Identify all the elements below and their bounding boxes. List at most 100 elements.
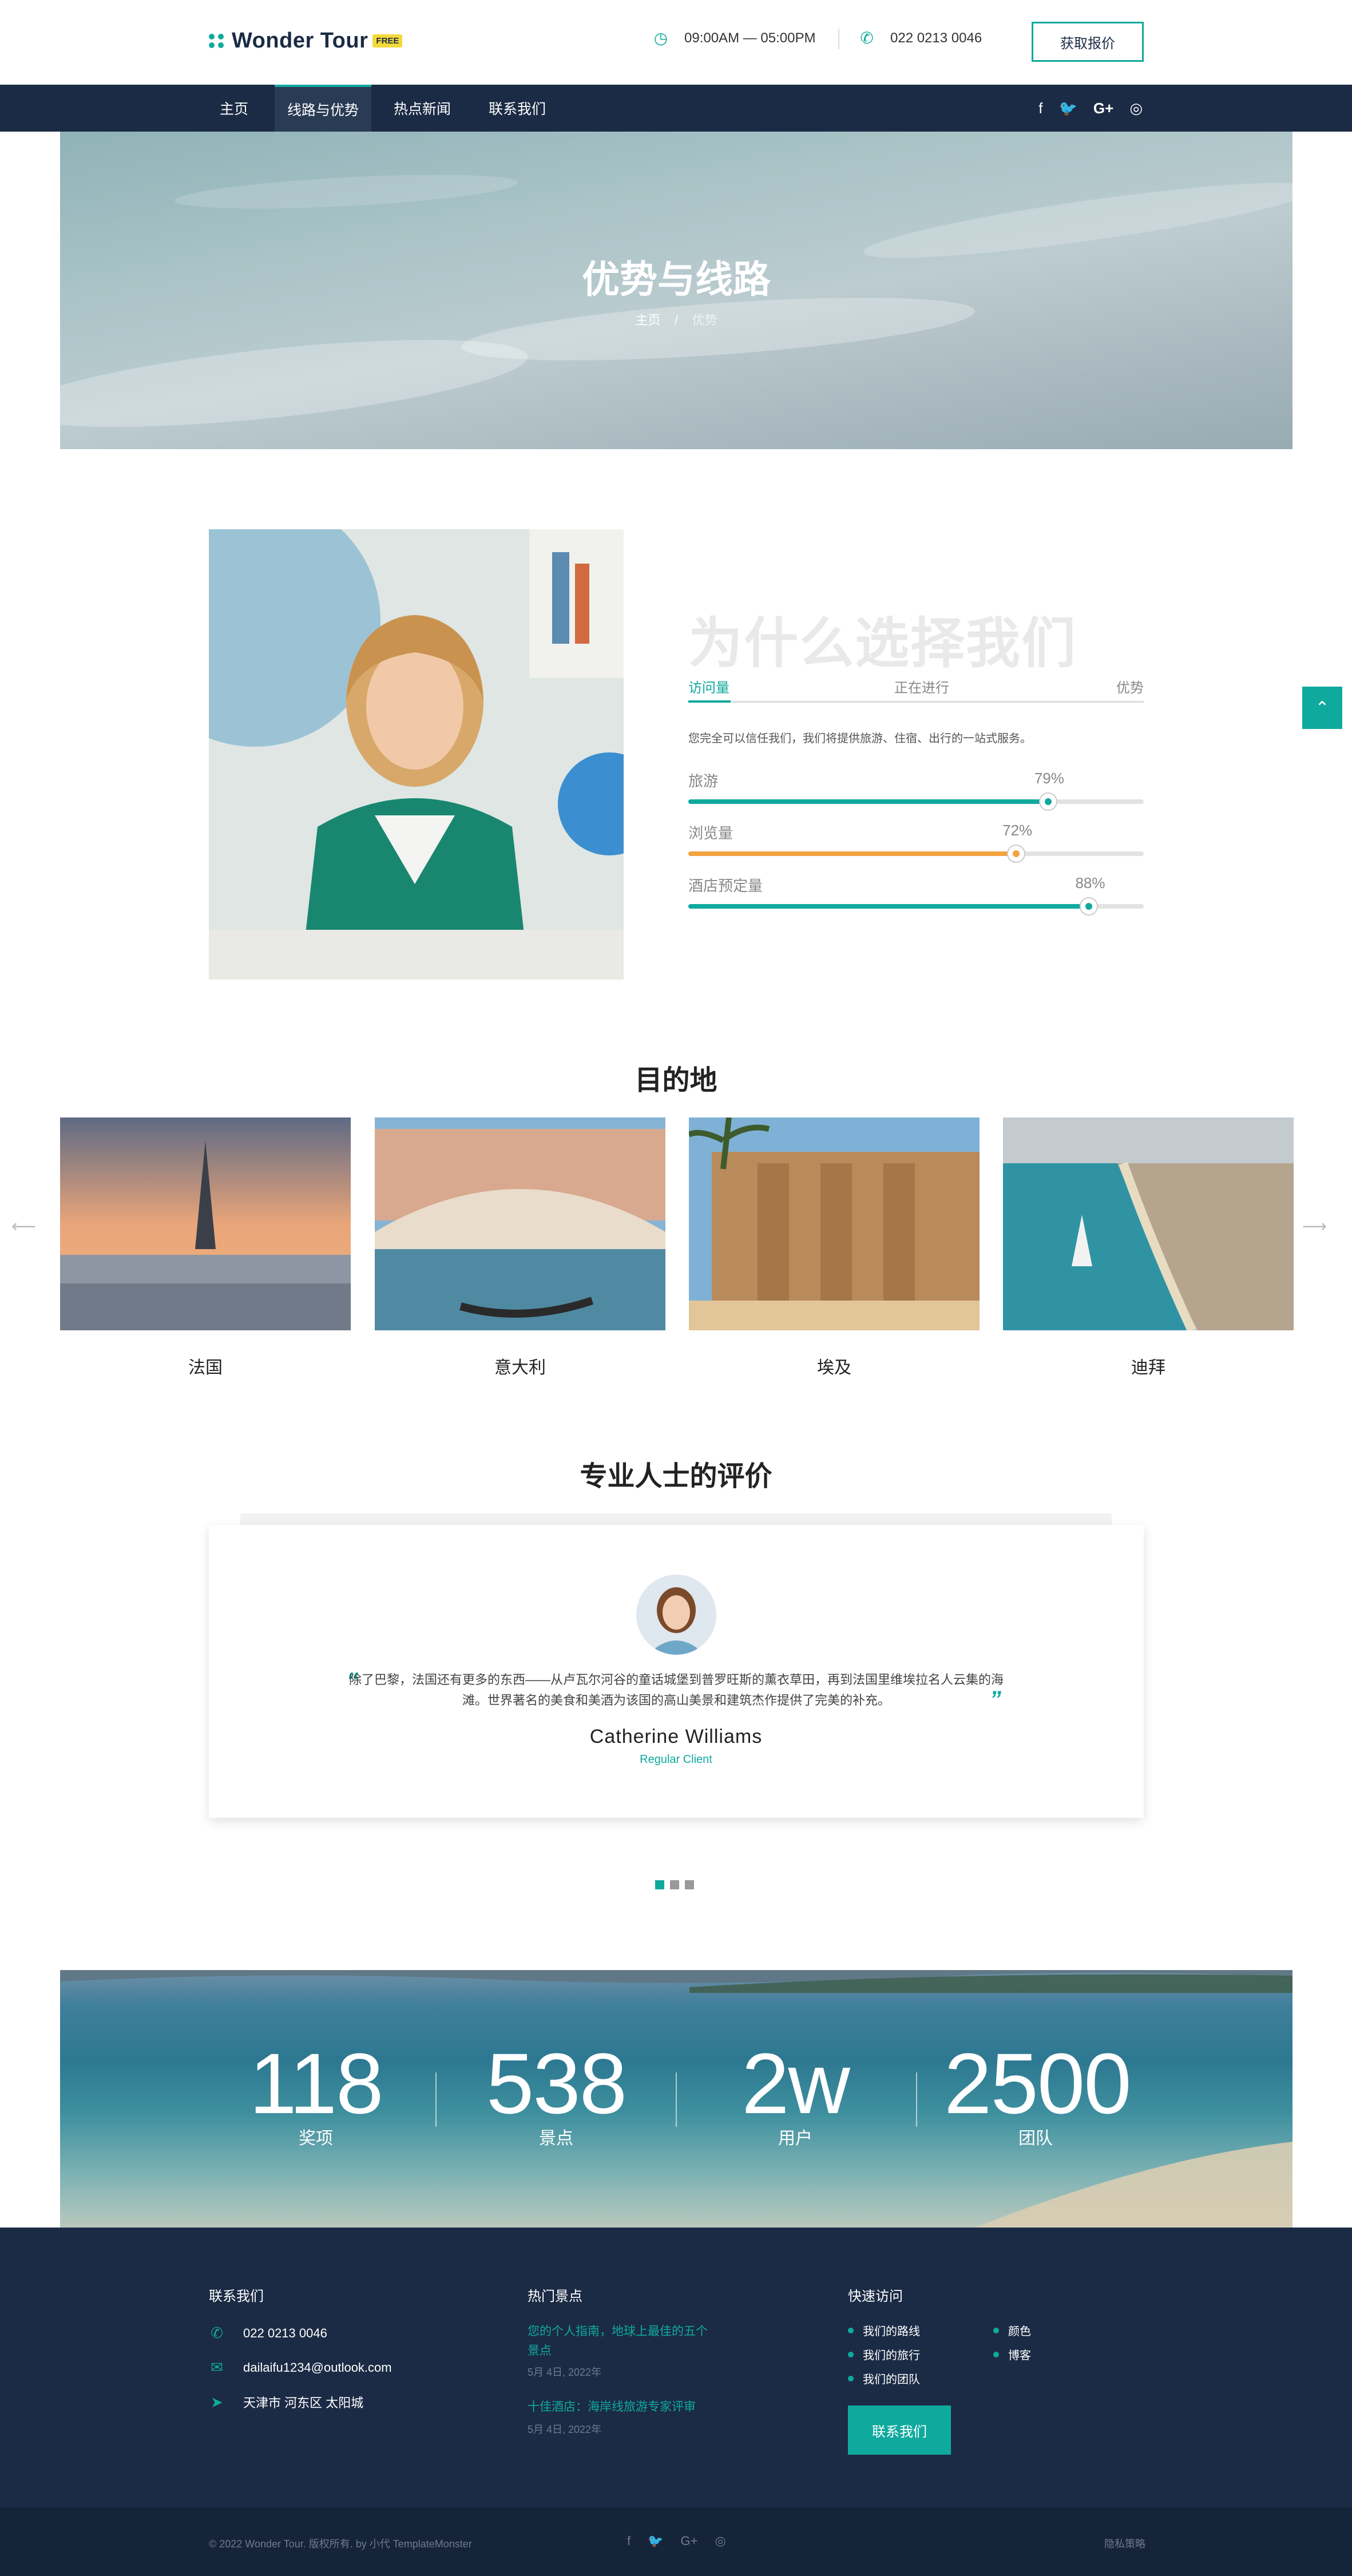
footer-socials: f 🐦 G+ ◎: [627, 2534, 726, 2549]
footer-link-trips[interactable]: 我们的旅行: [848, 2346, 920, 2363]
top-header: Wonder Tour FREE ◷ 09:00AM — 05:00PM ✆ 0…: [0, 0, 1352, 85]
counter-sights-label: 景点: [539, 2129, 573, 2148]
progress-label: 浏览量: [688, 825, 734, 842]
twitter-icon[interactable]: 🐦: [648, 2534, 663, 2549]
footer-link-colors[interactable]: 颜色: [993, 2322, 1031, 2339]
counter-users-value: 2w: [742, 2035, 850, 2131]
nav-item-home[interactable]: 主页: [207, 85, 261, 132]
facebook-icon[interactable]: f: [1038, 100, 1042, 117]
footer-contact-title: 联系我们: [209, 2289, 264, 2304]
footer-quick-title: 快速访问: [848, 2289, 903, 2304]
counter-users-label: 用户: [778, 2129, 812, 2148]
destination-name-dubai[interactable]: 迪拜: [1003, 1353, 1294, 1378]
client-avatar: [636, 1575, 716, 1655]
client-name: Catherine Williams: [589, 1726, 763, 1747]
arrow-left-icon[interactable]: ⟵: [11, 1216, 36, 1237]
client-role: Regular Client: [640, 1753, 712, 1766]
get-quote-button[interactable]: 获取报价: [1032, 22, 1144, 62]
breadcrumb-separator: /: [674, 313, 679, 327]
news-item-date: 5月 4日, 2022年: [528, 2367, 602, 2378]
footer-contact-button[interactable]: 联系我们: [848, 2405, 951, 2455]
progress-knob[interactable]: [1007, 845, 1026, 863]
google-plus-icon[interactable]: G+: [681, 2534, 698, 2549]
tab-visits[interactable]: 访问量: [688, 676, 729, 696]
footer-email-text: dailaifu1234@outlook.com: [243, 2360, 392, 2375]
footer-phone-text: 022 0213 0046: [243, 2325, 327, 2340]
carousel-dot-1[interactable]: [655, 1880, 664, 1889]
progress-knob[interactable]: [1080, 897, 1099, 916]
footer-address-text: 天津市 河东区 太阳城: [243, 2396, 364, 2410]
progress-fill: [688, 799, 1048, 804]
clock-icon: ◷: [653, 29, 668, 47]
nav-item-routes[interactable]: 线路与优势: [275, 85, 372, 132]
counter-divider: [676, 2072, 677, 2127]
progress-knob[interactable]: [1038, 792, 1057, 811]
progress-fill: [688, 851, 1017, 856]
footer-phone[interactable]: ✆ 022 0213 0046: [209, 2324, 327, 2342]
testimonials-title: 专业人士的评价: [580, 1461, 772, 1492]
header-phone[interactable]: ✆ 022 0213 0046: [858, 30, 982, 47]
free-badge: FREE: [372, 34, 403, 47]
arrow-right-icon[interactable]: ⟶: [1302, 1216, 1327, 1237]
why-choose-title: 为什么选择我们: [688, 613, 1077, 674]
progress-label: 旅游: [688, 772, 719, 790]
counter-awards-label: 奖项: [299, 2129, 333, 2148]
footer-news-title: 热门景点: [528, 2289, 582, 2304]
hero-banner: 优势与线路 主页 / 优势: [60, 132, 1292, 449]
nav-socials: f 🐦 G+ ◎: [1038, 85, 1143, 132]
progress-track: [688, 792, 1144, 811]
destination-image-italy[interactable]: [375, 1117, 665, 1330]
breadcrumb: 主页 / 优势: [60, 310, 1292, 328]
opening-hours: ◷ 09:00AM — 05:00PM: [652, 29, 816, 47]
counter-awards-value: 118: [249, 2035, 383, 2131]
nav-item-news[interactable]: 热点新闻: [381, 85, 463, 132]
destination-name-egypt[interactable]: 埃及: [689, 1353, 980, 1378]
privacy-link[interactable]: 隐私策略: [1104, 2536, 1145, 2551]
facebook-icon[interactable]: f: [627, 2534, 631, 2549]
twitter-icon[interactable]: 🐦: [1059, 100, 1077, 117]
progress-track: [688, 897, 1144, 916]
news-item-title[interactable]: 十佳酒店：海岸线旅游专家评审: [528, 2397, 711, 2417]
news-item-title[interactable]: 您的个人指南，地球上最佳的五个景点: [528, 2322, 711, 2361]
footer-link-blog[interactable]: 博客: [993, 2346, 1031, 2363]
destination-image-france[interactable]: [60, 1117, 351, 1330]
carousel-dot-2[interactable]: [670, 1880, 679, 1889]
scroll-top-button[interactable]: ⌃: [1302, 687, 1342, 729]
chevron-up-icon: ⌃: [1315, 698, 1330, 718]
google-plus-icon[interactable]: G+: [1093, 100, 1113, 117]
phone-icon: ✆: [860, 29, 874, 47]
brand-name: Wonder Tour: [232, 29, 368, 53]
counter-team-value: 2500: [944, 2035, 1132, 2131]
footer-address: ➤ 天津市 河东区 太阳城: [209, 2393, 363, 2411]
carousel-dot-3[interactable]: [685, 1880, 694, 1889]
brand-logo[interactable]: Wonder Tour FREE: [209, 29, 403, 53]
nav-item-contact[interactable]: 联系我们: [476, 85, 558, 132]
tab-advantages[interactable]: 优势: [1116, 676, 1144, 696]
footer-email[interactable]: ✉ dailaifu1234@outlook.com: [209, 2359, 392, 2376]
consultant-photo: [209, 529, 624, 980]
instagram-icon[interactable]: ◎: [1129, 100, 1143, 117]
footer-link-routes[interactable]: 我们的路线: [848, 2322, 920, 2339]
mail-icon: ✉: [211, 2359, 223, 2376]
destination-name-italy[interactable]: 意大利: [375, 1353, 665, 1378]
testimonial-stack-shadow: [240, 1513, 1112, 1525]
destination-image-dubai[interactable]: [1003, 1117, 1294, 1330]
breadcrumb-home[interactable]: 主页: [635, 313, 660, 327]
main-navbar: 主页 线路与优势 热点新闻 联系我们 f 🐦 G+ ◎: [0, 85, 1352, 132]
copyright-text: © 2022 Wonder Tour. 版权所有. by 小代 Template…: [209, 2538, 472, 2550]
instagram-icon[interactable]: ◎: [715, 2534, 726, 2549]
tab-in-progress[interactable]: 正在进行: [894, 676, 949, 696]
counter-divider: [435, 2072, 437, 2127]
hero-title: 优势与线路: [582, 258, 771, 300]
phone-icon: ✆: [211, 2324, 223, 2341]
progress-percent: 88%: [1075, 874, 1105, 891]
destination-name-france[interactable]: 法国: [60, 1353, 351, 1378]
why-description: 您完全可以信任我们，我们将提供旅游、住宿、出行的一站式服务。: [688, 732, 1032, 745]
news-item-date: 5月 4日, 2022年: [528, 2424, 602, 2435]
counter-team-label: 团队: [1018, 2129, 1053, 2148]
destinations-title: 目的地: [635, 1065, 717, 1096]
destination-image-egypt[interactable]: [689, 1117, 980, 1330]
footer-link-team[interactable]: 我们的团队: [848, 2370, 920, 2387]
why-tabs: 访问量 正在进行 优势: [688, 674, 1144, 703]
progress-fill: [688, 904, 1089, 909]
